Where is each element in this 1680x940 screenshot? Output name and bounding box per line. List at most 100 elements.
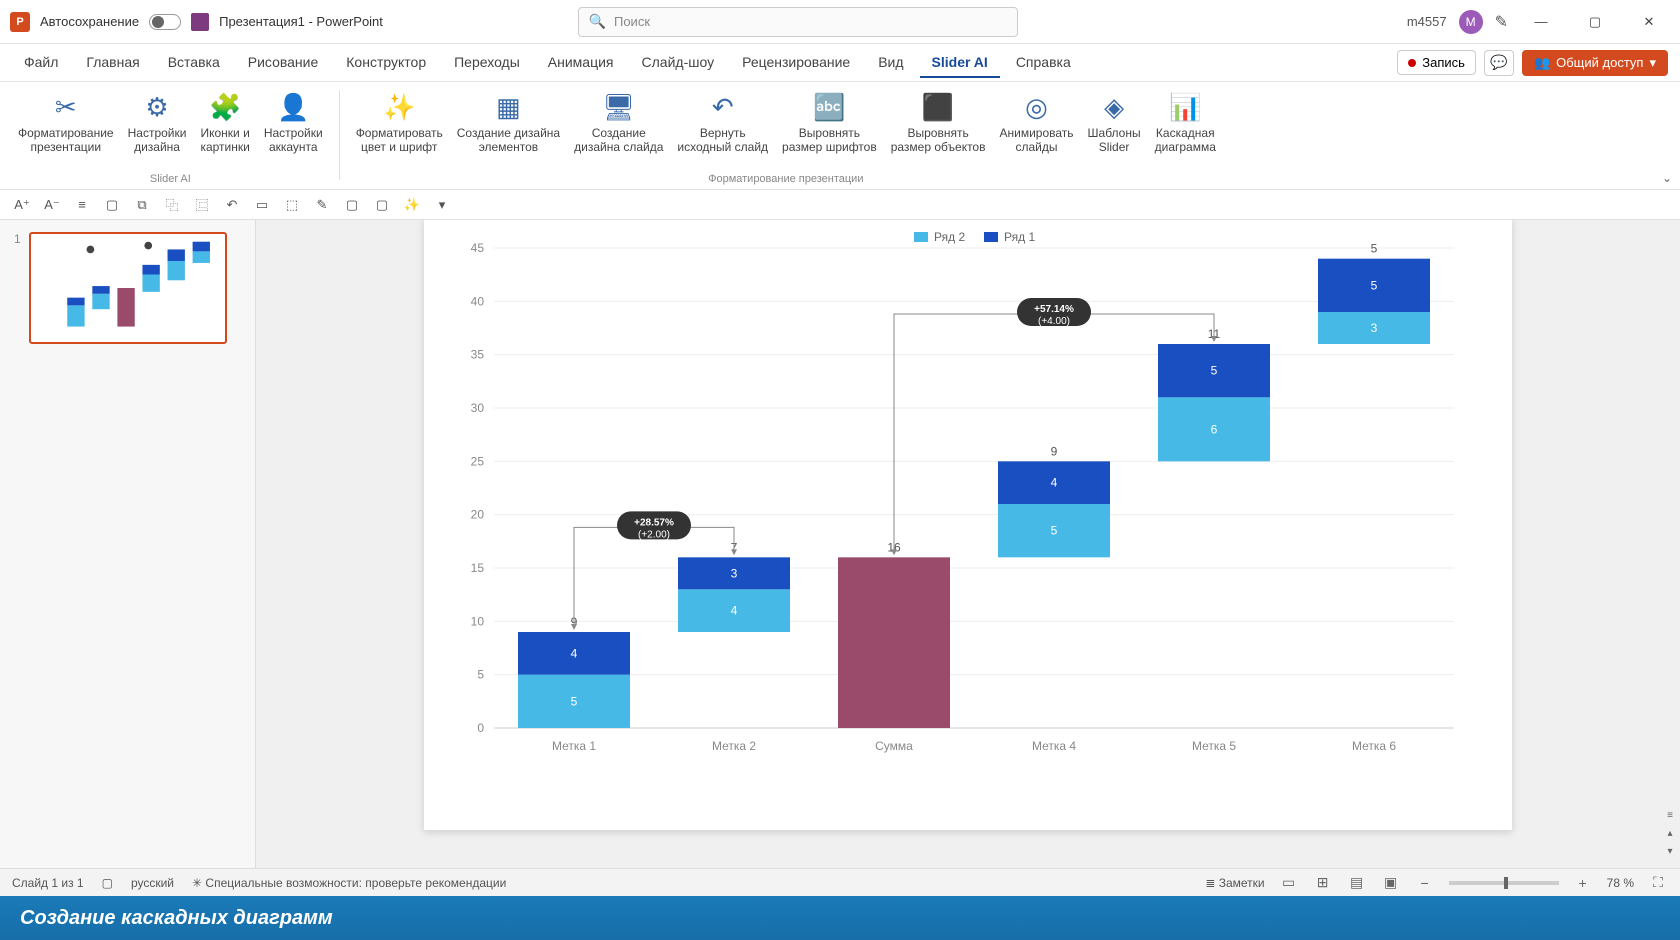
search-placeholder: Поиск — [614, 14, 650, 29]
svg-text:4: 4 — [1051, 476, 1058, 490]
ribbon-выровнять[interactable]: ⬛Выровнять размер объектов — [885, 86, 992, 159]
share-label: Общий доступ — [1556, 55, 1643, 70]
tab-slider-ai[interactable]: Slider AI — [920, 48, 1000, 78]
ribbon-icon: ◎ — [1020, 90, 1054, 124]
qat-button-3[interactable]: ▢ — [102, 195, 122, 215]
tab-конструктор[interactable]: Конструктор — [334, 48, 438, 78]
language-indicator[interactable]: русский — [131, 876, 174, 890]
scroll-menu-icon[interactable]: ≡ — [1663, 810, 1677, 824]
svg-text:Ряд 2: Ряд 2 — [934, 230, 965, 244]
tab-вид[interactable]: Вид — [866, 48, 915, 78]
tab-главная[interactable]: Главная — [74, 48, 151, 78]
ribbon-каскадная[interactable]: 📊Каскадная диаграмма — [1149, 86, 1222, 159]
ribbon-выровнять[interactable]: 🔤Выровнять размер шрифтов — [776, 86, 883, 159]
qat-button-12[interactable]: ▢ — [372, 195, 392, 215]
scroll-up-icon[interactable]: ▴ — [1663, 828, 1677, 842]
ribbon-icon: ▦ — [491, 90, 525, 124]
qat-button-6[interactable]: ⿷ — [192, 195, 212, 215]
slide-thumbnails-panel[interactable]: 1 — [0, 220, 256, 868]
ribbon-форматировать[interactable]: ✨Форматировать цвет и шрифт — [350, 86, 449, 159]
svg-text:Сумма: Сумма — [875, 739, 913, 753]
window-minimize-button[interactable]: — — [1520, 7, 1562, 37]
tab-анимация[interactable]: Анимация — [536, 48, 626, 78]
tab-переходы[interactable]: Переходы — [442, 48, 532, 78]
record-icon — [1408, 59, 1416, 67]
qat-button-5[interactable]: ⿻ — [162, 195, 182, 215]
status-bar: Слайд 1 из 1 ▢ русский ✳ Специальные воз… — [0, 868, 1680, 896]
slide-canvas[interactable]: 051015202530354045Ряд 2Ряд 1549Метка 143… — [424, 220, 1512, 830]
tab-слайд-шоу[interactable]: Слайд-шоу — [630, 48, 727, 78]
svg-text:40: 40 — [471, 294, 485, 308]
fit-to-window-button[interactable]: ⛶ — [1648, 874, 1668, 892]
vertical-scrollbar[interactable]: ≡ ▴ ▾ — [1662, 220, 1678, 868]
ribbon-анимировать[interactable]: ◎Анимировать слайды — [993, 86, 1079, 159]
zoom-slider[interactable] — [1449, 881, 1559, 885]
accessibility-check-icon[interactable]: ▢ — [102, 876, 113, 890]
ribbon-настройки[interactable]: ⚙Настройки дизайна — [122, 86, 193, 159]
ribbon-group-label: Slider AI — [150, 171, 191, 189]
ribbon-label: Выровнять размер объектов — [891, 126, 986, 155]
view-reading-button[interactable]: ▤ — [1347, 874, 1367, 892]
qat-button-10[interactable]: ✎ — [312, 195, 332, 215]
ribbon-label: Форматировать цвет и шрифт — [356, 126, 443, 155]
qat-button-13[interactable]: ✨ — [402, 195, 422, 215]
window-maximize-button[interactable]: ▢ — [1574, 7, 1616, 37]
ribbon-label: Выровнять размер шрифтов — [782, 126, 877, 155]
qat-button-9[interactable]: ⬚ — [282, 195, 302, 215]
scroll-down-icon[interactable]: ▾ — [1663, 846, 1677, 860]
accessibility-status[interactable]: ✳ Специальные возможности: проверьте рек… — [192, 876, 506, 890]
record-button[interactable]: Запись — [1397, 50, 1476, 75]
qat-button-14[interactable]: ▾ — [432, 195, 452, 215]
tab-рисование[interactable]: Рисование — [236, 48, 331, 78]
ribbon-collapse-button[interactable]: ⌄ — [1662, 171, 1672, 185]
tab-файл[interactable]: Файл — [12, 48, 70, 78]
svg-text:Ряд 1: Ряд 1 — [1004, 230, 1035, 244]
ribbon-icon: 🖥 — [602, 90, 636, 124]
quick-access-toolbar: A⁺ A⁻ ≡ ▢ ⧉ ⿻⿷ ↶ ▭ ⬚ ✎ ▢ ▢ ✨ ▾ — [0, 190, 1680, 220]
ribbon-label: Шаблоны Slider — [1088, 126, 1141, 155]
view-sorter-button[interactable]: ⊞ — [1313, 874, 1333, 892]
caption-text: Создание каскадных диаграмм — [20, 907, 333, 930]
svg-text:45: 45 — [471, 241, 485, 255]
svg-text:5: 5 — [571, 694, 578, 708]
comments-button[interactable]: 💬 — [1484, 50, 1514, 76]
tab-справка[interactable]: Справка — [1004, 48, 1083, 78]
ribbon-label: Настройки аккаунта — [264, 126, 323, 155]
notes-button[interactable]: ≣ Заметки — [1205, 876, 1264, 890]
slide-thumbnail[interactable] — [29, 232, 227, 344]
qat-button-1[interactable]: A⁻ — [42, 195, 62, 215]
view-slideshow-button[interactable]: ▣ — [1381, 874, 1401, 892]
avatar[interactable]: M — [1459, 10, 1483, 34]
ribbon-separator — [339, 90, 340, 180]
ribbon-шаблоны[interactable]: ◈Шаблоны Slider — [1082, 86, 1147, 159]
ribbon-создание-дизайна[interactable]: ▦Создание дизайна элементов — [451, 86, 566, 159]
ribbon-создание[interactable]: 🖥Создание дизайна слайда — [568, 86, 669, 159]
zoom-out-button[interactable]: − — [1415, 874, 1435, 892]
slide-editor[interactable]: 051015202530354045Ряд 2Ряд 1549Метка 143… — [256, 220, 1680, 868]
qat-button-2[interactable]: ≡ — [72, 195, 92, 215]
draw-mode-icon[interactable]: ✎ — [1495, 12, 1508, 32]
share-button[interactable]: 👥 Общий доступ ▾ — [1522, 50, 1668, 76]
tab-рецензирование[interactable]: Рецензирование — [730, 48, 862, 78]
zoom-in-button[interactable]: + — [1573, 874, 1593, 892]
qat-button-7[interactable]: ↶ — [222, 195, 242, 215]
ribbon-icon: ⬛ — [921, 90, 955, 124]
autosave-toggle[interactable] — [149, 14, 181, 30]
tab-вставка[interactable]: Вставка — [156, 48, 232, 78]
view-normal-button[interactable]: ▭ — [1279, 874, 1299, 892]
qat-button-8[interactable]: ▭ — [252, 195, 272, 215]
ribbon-форматирование[interactable]: ✂Форматирование презентации — [12, 86, 120, 159]
waterfall-chart[interactable]: 051015202530354045Ряд 2Ряд 1549Метка 143… — [424, 220, 1512, 830]
ribbon-настройки[interactable]: 👤Настройки аккаунта — [258, 86, 329, 159]
qat-button-11[interactable]: ▢ — [342, 195, 362, 215]
svg-text:4: 4 — [731, 604, 738, 618]
ribbon-иконки-и[interactable]: 🧩Иконки и картинки — [194, 86, 255, 159]
ribbon-вернуть[interactable]: ↶Вернуть исходный слайд — [671, 86, 774, 159]
svg-text:Метка 5: Метка 5 — [1192, 739, 1236, 753]
save-icon[interactable] — [191, 13, 209, 31]
search-box[interactable]: 🔍 Поиск — [578, 7, 1018, 37]
window-close-button[interactable]: ✕ — [1628, 7, 1670, 37]
svg-text:5: 5 — [1051, 524, 1058, 538]
qat-button-0[interactable]: A⁺ — [12, 195, 32, 215]
qat-button-4[interactable]: ⧉ — [132, 195, 152, 215]
